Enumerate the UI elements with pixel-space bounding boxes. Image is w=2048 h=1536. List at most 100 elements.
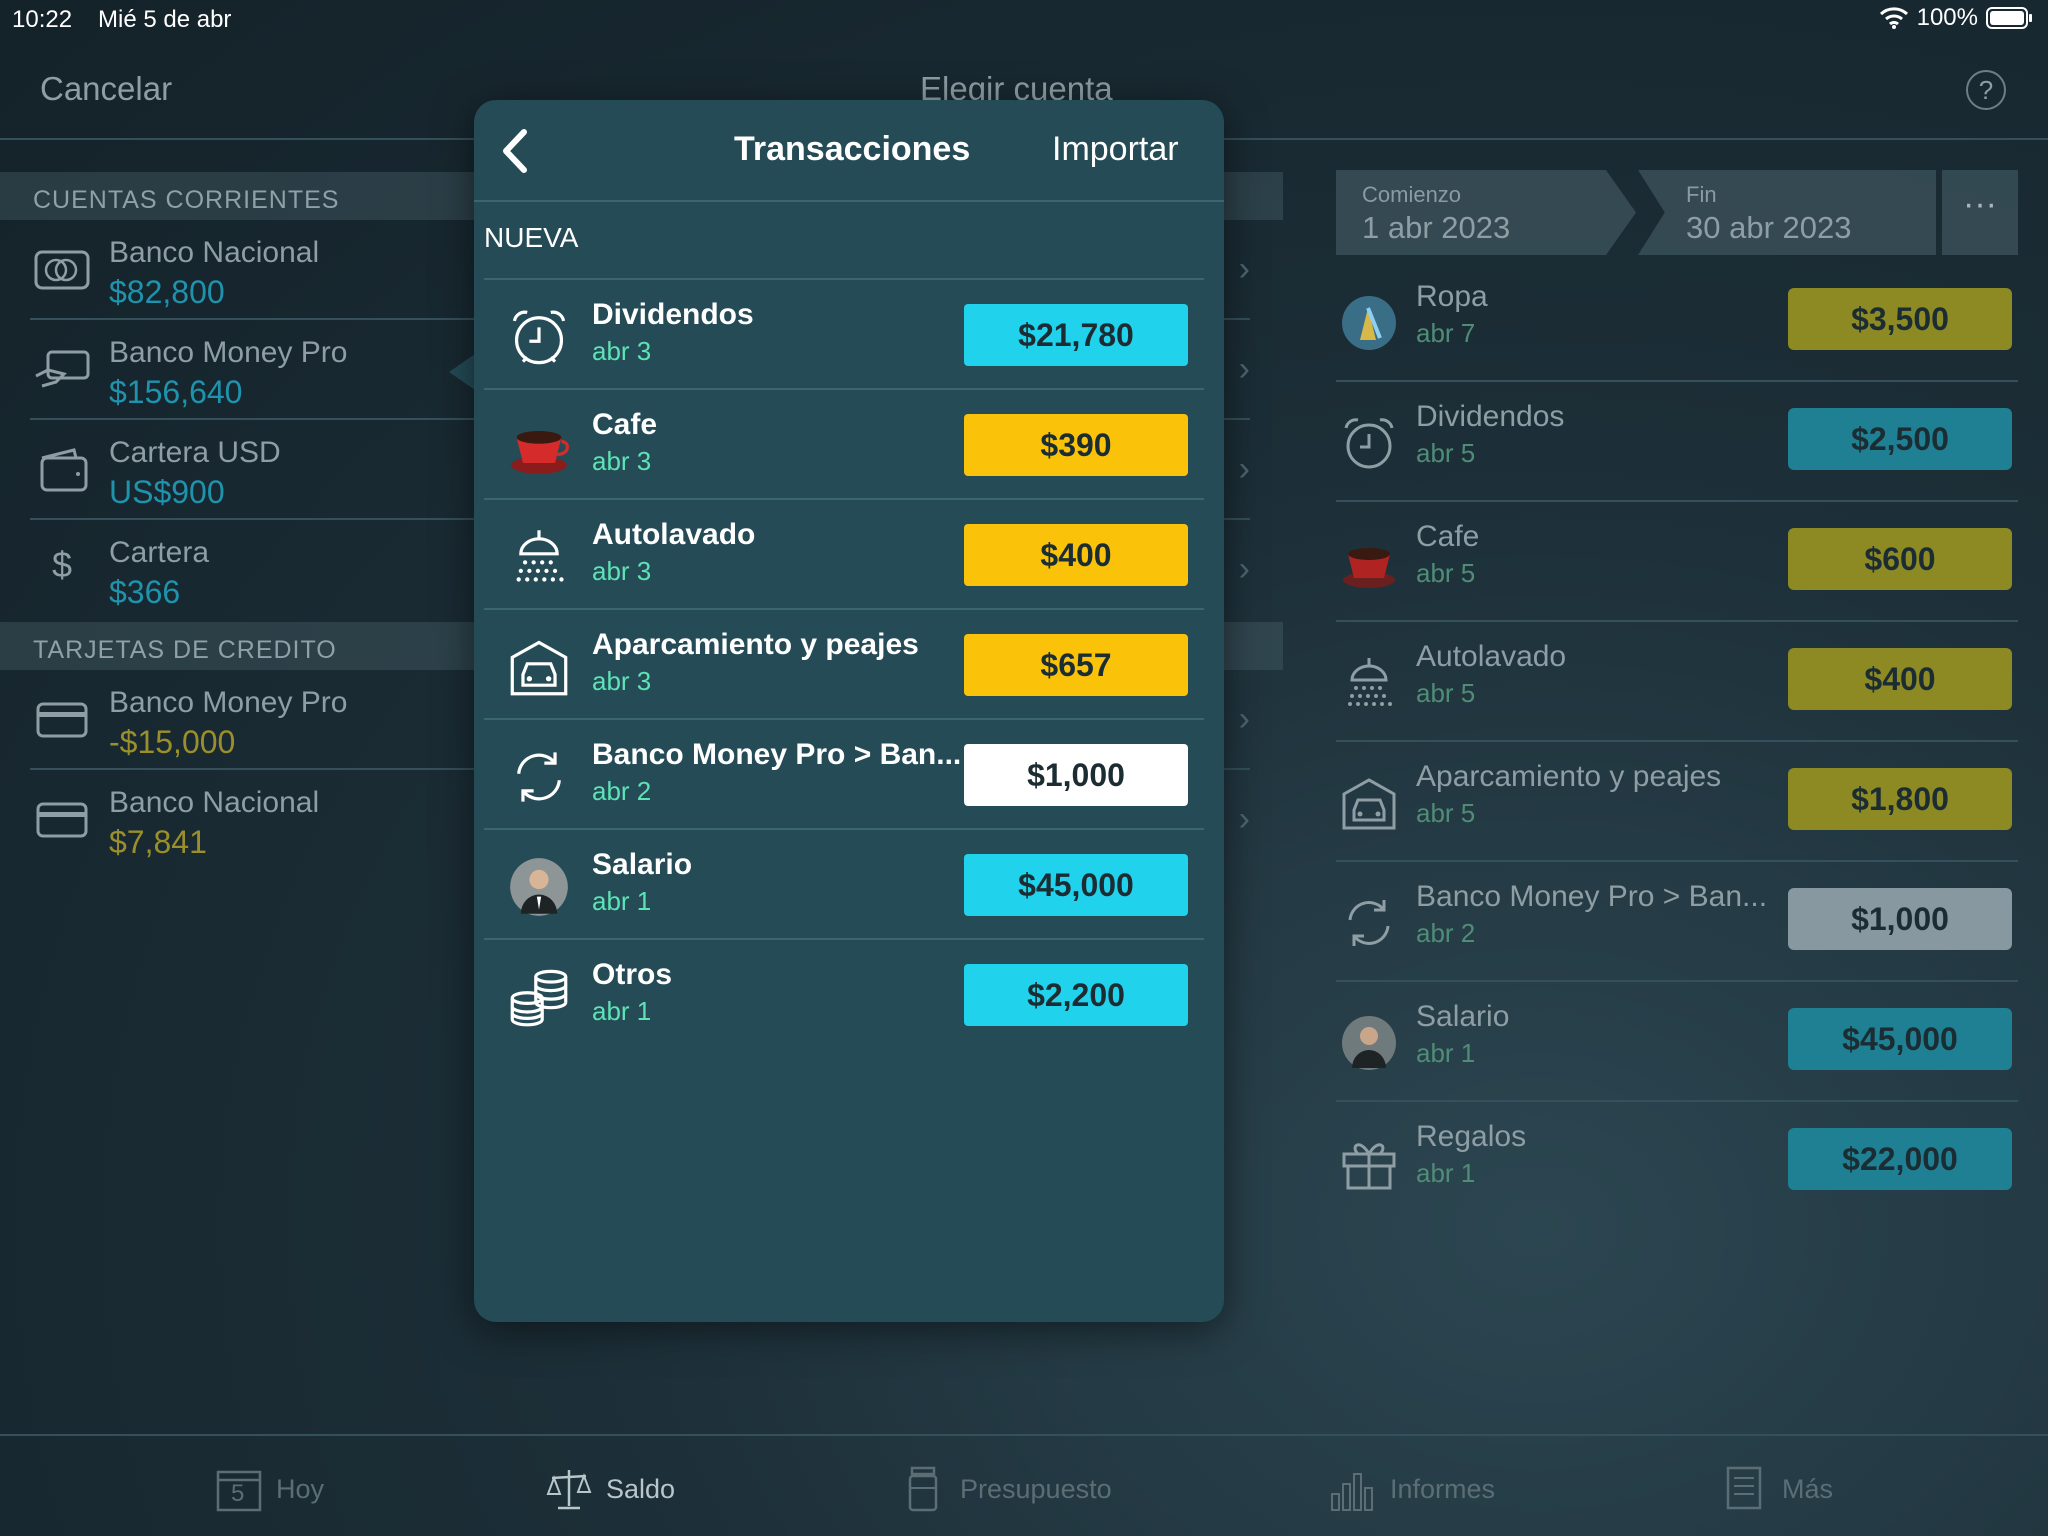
- coins-icon: [510, 969, 568, 1027]
- transaction-row[interactable]: Autolavado abr 5 $400: [1336, 622, 2018, 742]
- account-name: Cartera: [109, 536, 210, 569]
- account-balance: $82,800: [109, 274, 225, 310]
- tab-saldo[interactable]: Saldo: [546, 1466, 675, 1512]
- transaction-amount: $2,500: [1788, 408, 2012, 470]
- transaction-date: abr 3: [592, 666, 652, 696]
- garage-car-icon: [1342, 778, 1396, 830]
- person-avatar-icon: [1342, 1016, 1396, 1070]
- bank-card-icon: [34, 250, 90, 290]
- transaction-amount: $400: [1788, 648, 2012, 710]
- section-header-new: NUEVA: [484, 222, 579, 253]
- tab-mas[interactable]: Más: [1722, 1466, 1833, 1512]
- car-wash-icon: [1348, 658, 1392, 706]
- status-time: 10:22: [12, 6, 73, 33]
- transaction-name: Autolavado: [592, 518, 756, 551]
- transaction-amount: $45,000: [964, 854, 1188, 916]
- transaction-row[interactable]: Ropa abr 7 $3,500: [1336, 262, 2018, 382]
- chevron-right-icon: ›: [1238, 800, 1250, 838]
- wallet-icon: [40, 448, 88, 492]
- transaction-date: abr 1: [1416, 1038, 1476, 1068]
- transaction-row[interactable]: Regalos abr 1 $22,000: [1336, 1102, 2018, 1222]
- transaction-name: Banco Money Pro > Ban...: [592, 738, 962, 771]
- popover-transaction-row[interactable]: Cafe abr 3 $390: [484, 390, 1204, 500]
- back-chevron-icon[interactable]: [496, 126, 536, 176]
- tab-hoy[interactable]: 5 Hoy: [216, 1466, 324, 1512]
- status-bar: 10:22 Mié 5 de abr 100%: [0, 0, 2048, 40]
- credit-card-icon: [36, 802, 88, 838]
- transaction-name: Aparcamiento y peajes: [1416, 760, 1722, 793]
- account-name: Banco Money Pro: [109, 686, 348, 719]
- transaction-name: Regalos: [1416, 1120, 1527, 1153]
- transaction-row[interactable]: Aparcamiento y peajes abr 5 $1,800: [1336, 742, 2018, 862]
- transaction-date: abr 7: [1416, 318, 1476, 348]
- account-name: Banco Nacional: [109, 786, 320, 819]
- transfer-icon: [1348, 900, 1390, 946]
- garage-car-icon: [510, 640, 568, 696]
- popover-transaction-row[interactable]: Aparcamiento y peajes abr 3 $657: [484, 610, 1204, 720]
- popover-transaction-row[interactable]: Autolavado abr 3 $400: [484, 500, 1204, 610]
- transaction-date: abr 5: [1416, 558, 1476, 588]
- account-balance: $7,841: [109, 824, 207, 860]
- more-options-button[interactable]: ···: [1942, 170, 2018, 255]
- transaction-amount: $3,500: [1788, 288, 2012, 350]
- transaction-name: Salario: [1416, 1000, 1510, 1033]
- period-start-value: 1 abr 2023: [1362, 210, 1511, 245]
- alarm-clock-icon: [512, 310, 566, 365]
- tab-presupuesto[interactable]: Presupuesto: [900, 1466, 1112, 1512]
- account-name: Cartera USD: [109, 436, 281, 469]
- transaction-row[interactable]: Cafe abr 5 $600: [1336, 502, 2018, 622]
- status-indicators: 100%: [1879, 4, 2034, 32]
- tab-label: Saldo: [606, 1473, 676, 1504]
- tab-bar: 5 Hoy Saldo Presupuesto Informes Más: [0, 1434, 2048, 1536]
- chevron-right-icon: ›: [1238, 250, 1250, 288]
- credit-card-icon: [36, 702, 88, 738]
- transaction-amount: $1,800: [1788, 768, 2012, 830]
- transaction-name: Aparcamiento y peajes: [592, 628, 919, 661]
- transaction-amount: $45,000: [1788, 1008, 2012, 1070]
- popover-header: Transacciones Importar: [474, 100, 1224, 202]
- transaction-date: abr 1: [1416, 1158, 1476, 1188]
- battery-icon: [1986, 7, 2032, 29]
- transaction-date: abr 5: [1416, 438, 1476, 468]
- transaction-amount: $1,000: [964, 744, 1188, 806]
- transaction-date: abr 1: [592, 886, 652, 916]
- transaction-row[interactable]: Salario abr 1 $45,000: [1336, 982, 2018, 1102]
- transaction-name: Dividendos: [1416, 400, 1565, 433]
- transaction-date: abr 3: [592, 446, 652, 476]
- popover-transaction-row[interactable]: Banco Money Pro > Ban... abr 2 $1,000: [484, 720, 1204, 830]
- transaction-amount: $22,000: [1788, 1128, 2012, 1190]
- period-end[interactable]: Fin 30 abr 2023: [1638, 170, 1936, 255]
- help-button[interactable]: ?: [1966, 70, 2006, 110]
- transaction-name: Cafe: [592, 408, 658, 441]
- popover-pointer: [449, 354, 475, 390]
- transaction-row[interactable]: Dividendos abr 5 $2,500: [1336, 382, 2018, 502]
- gift-icon: [1342, 1143, 1396, 1190]
- tab-informes[interactable]: Informes: [1330, 1466, 1495, 1512]
- period-end-label: Fin: [1686, 182, 1717, 207]
- chevron-right-icon: ›: [1238, 550, 1250, 588]
- transaction-amount: $390: [964, 414, 1188, 476]
- transaction-row[interactable]: Banco Money Pro > Ban... abr 2 $1,000: [1336, 862, 2018, 982]
- transaction-name: Dividendos: [592, 298, 754, 331]
- scales-icon: [546, 1470, 592, 1510]
- transaction-name: Banco Money Pro > Ban...: [1416, 880, 1768, 913]
- bar-chart-icon: [1331, 1473, 1373, 1511]
- transaction-date: abr 2: [1416, 918, 1476, 948]
- dollar-icon: $: [52, 544, 73, 585]
- transaction-name: Cafe: [1416, 520, 1480, 553]
- jar-icon: [908, 1466, 938, 1512]
- popover-transaction-row[interactable]: Otros abr 1 $2,200: [484, 940, 1204, 1050]
- chevron-right-icon: ›: [1238, 700, 1250, 738]
- period-start[interactable]: Comienzo 1 abr 2023: [1336, 170, 1636, 255]
- popover-transaction-row[interactable]: Dividendos abr 3 $21,780: [484, 280, 1204, 390]
- coffee-cup-icon: [1343, 548, 1395, 588]
- person-avatar-icon: [510, 858, 568, 916]
- popover-transaction-row[interactable]: Salario abr 1 $45,000: [484, 830, 1204, 940]
- tab-label: Presupuesto: [960, 1473, 1112, 1504]
- transaction-date: abr 5: [1416, 678, 1476, 708]
- period-start-label: Comienzo: [1362, 182, 1462, 207]
- import-button[interactable]: Importar: [1052, 130, 1179, 169]
- cancel-button[interactable]: Cancelar: [40, 70, 172, 108]
- tab-label: Más: [1782, 1473, 1834, 1504]
- account-balance: US$900: [109, 474, 225, 510]
